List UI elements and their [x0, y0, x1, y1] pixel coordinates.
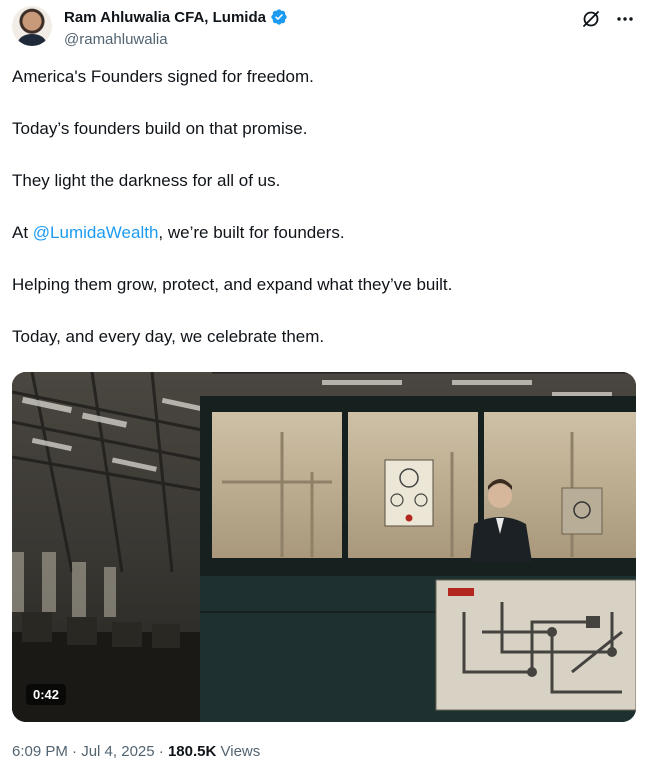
views-label: Views	[220, 743, 261, 760]
author-name-row: Ram Ahluwalia CFA, Lumida	[64, 7, 288, 27]
views-count[interactable]: 180.5K	[168, 743, 216, 760]
verified-badge-icon[interactable]	[270, 8, 288, 26]
author-display-name[interactable]: Ram Ahluwalia CFA, Lumida	[64, 9, 266, 26]
mention-link[interactable]: @LumidaWealth	[33, 223, 159, 242]
author-handle[interactable]: @ramahluwalia	[64, 31, 168, 48]
mention-suffix: , we’re built for founders.	[158, 223, 345, 242]
avatar[interactable]	[12, 6, 52, 46]
tweet-line: They light the darkness for all of us.	[12, 171, 281, 190]
grok-icon[interactable]	[580, 8, 602, 30]
meta-separator: ·	[158, 743, 164, 760]
tweet-line: Helping them grow, protect, and expand w…	[12, 275, 453, 294]
video-thumbnail	[12, 372, 636, 722]
meta-separator: ·	[72, 743, 78, 760]
tweet-text: America's Founders signed for freedom. T…	[12, 66, 632, 378]
tweet-line-mention: At @LumidaWealth, we’re built for founde…	[12, 222, 632, 244]
video-player[interactable]: 0:42	[12, 372, 636, 722]
tweet-card: Ram Ahluwalia CFA, Lumida @ramahluwalia	[0, 0, 658, 776]
avatar-shoulders	[18, 34, 46, 46]
tweet-date[interactable]: Jul 4, 2025	[81, 743, 154, 760]
mention-prefix: At	[12, 223, 33, 242]
tweet-meta: 6:09 PM · Jul 4, 2025 · 180.5K Views	[12, 743, 260, 760]
tweet-line: Today, and every day, we celebrate them.	[12, 327, 325, 346]
video-duration-badge: 0:42	[26, 684, 67, 705]
tweet-line: America's Founders signed for freedom.	[12, 67, 314, 86]
tweet-line: Today’s founders build on that promise.	[12, 119, 308, 138]
more-icon[interactable]	[614, 8, 636, 30]
tweet-top-actions	[580, 8, 636, 30]
tweet-time[interactable]: 6:09 PM	[12, 743, 68, 760]
